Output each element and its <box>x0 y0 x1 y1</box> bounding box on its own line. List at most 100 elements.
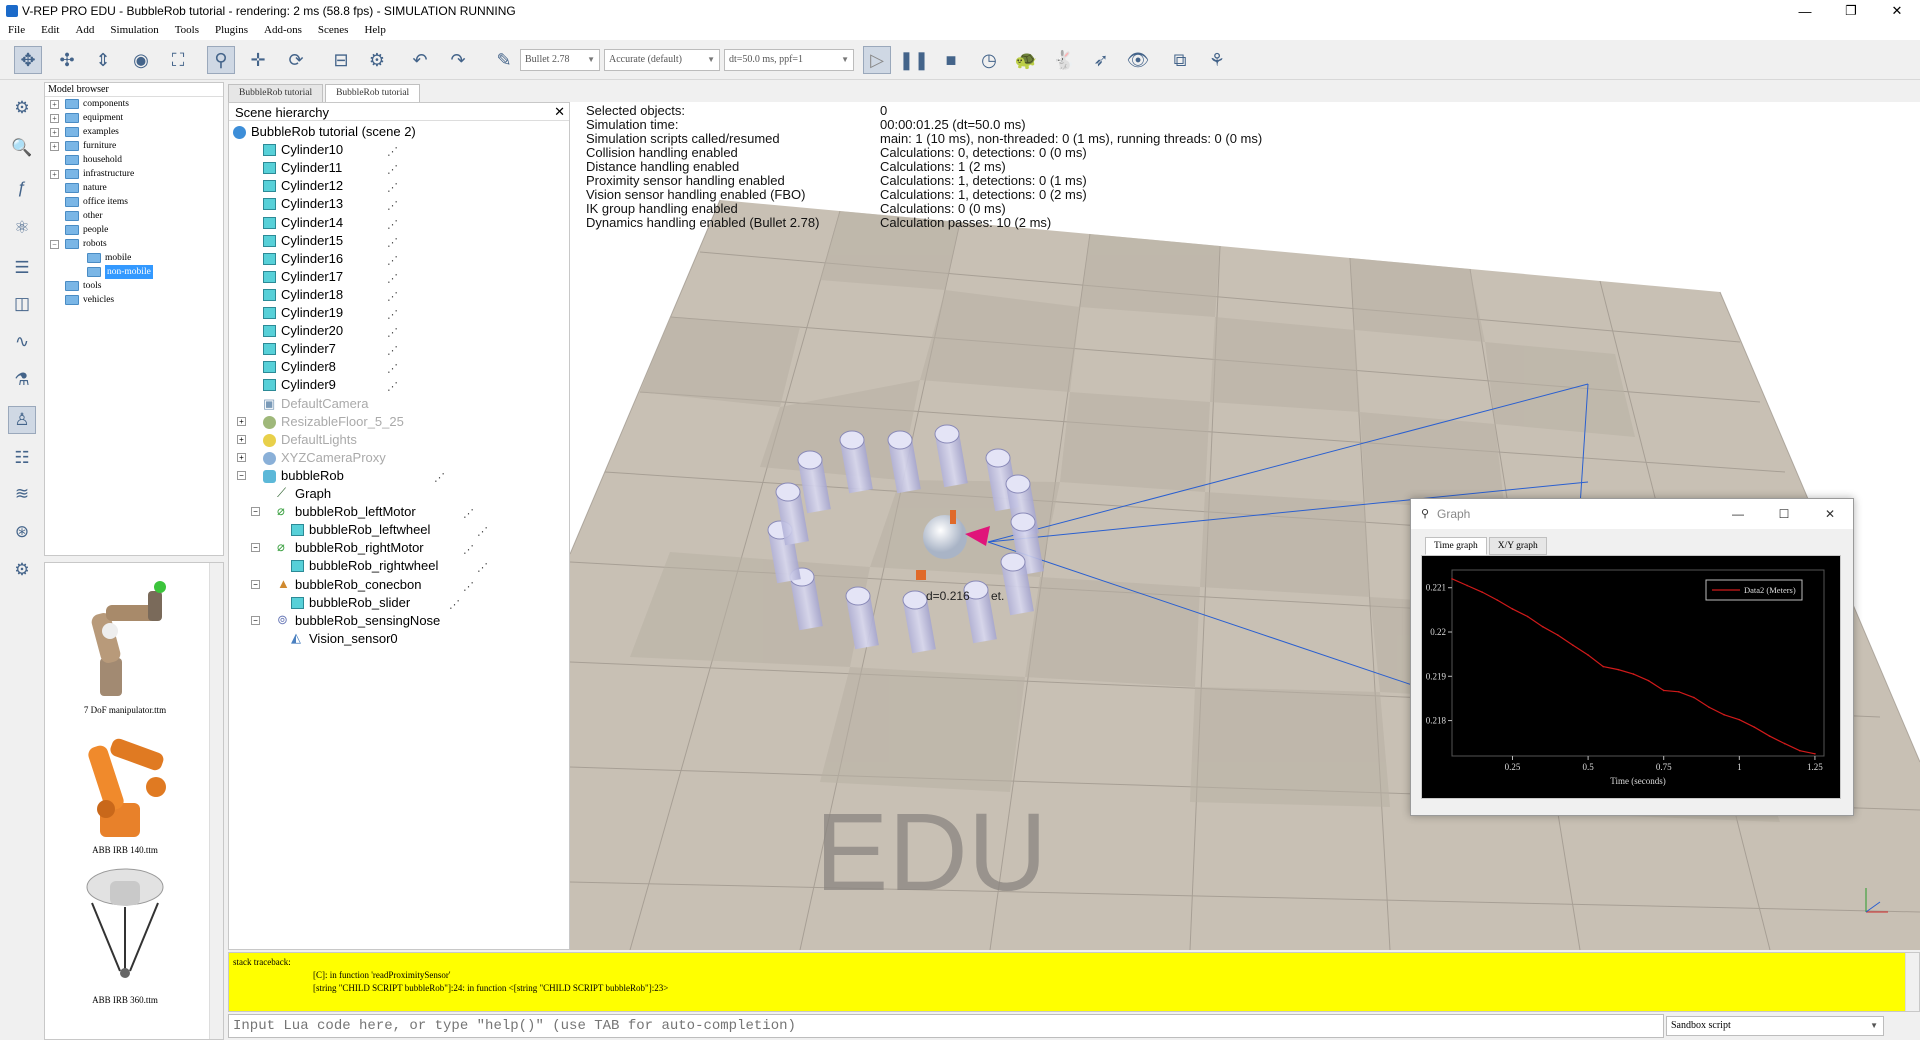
camera-shift-icon[interactable]: ⇕ <box>89 46 117 74</box>
hierarchy-item-Vision_sensor0[interactable]: ◭ Vision_sensor0 <box>229 630 569 648</box>
redo-icon[interactable]: ↷ <box>444 46 472 74</box>
thumbnail-scrollbar[interactable] <box>209 563 223 1039</box>
hierarchy-item-Cylinder17[interactable]: Cylinder17 ⋰ <box>229 268 569 286</box>
model-folder-furniture[interactable]: + furniture <box>45 139 223 153</box>
menu-help[interactable]: Help <box>356 22 393 40</box>
hierarchy-item-Cylinder8[interactable]: Cylinder8 ⋰ <box>229 358 569 376</box>
expand-toggle-icon[interactable]: − <box>251 615 260 625</box>
menu-file[interactable]: File <box>0 22 33 40</box>
hierarchy-item-bubbleRob_slider[interactable]: bubbleRob_slider ⋰ <box>229 594 569 612</box>
hierarchy-item-Cylinder7[interactable]: Cylinder7 ⋰ <box>229 340 569 358</box>
page-select-icon[interactable]: ⚘ <box>1203 46 1231 74</box>
hierarchy-item-DefaultCamera[interactable]: ▣ DefaultCamera <box>229 395 569 413</box>
menu-add[interactable]: Add <box>67 22 102 40</box>
tab-time-graph[interactable]: Time graph <box>1425 537 1487 555</box>
pause-simulation-icon[interactable]: ❚❚ <box>899 46 929 74</box>
hierarchy-item-Cylinder14[interactable]: Cylinder14 ⋰ <box>229 214 569 232</box>
expand-toggle-icon[interactable]: − <box>251 543 260 553</box>
menu-edit[interactable]: Edit <box>33 22 67 40</box>
undo-icon[interactable]: ↶ <box>406 46 434 74</box>
scene-list-icon[interactable]: ⧉ <box>1166 46 1194 74</box>
menu-addons[interactable]: Add-ons <box>256 22 310 40</box>
layers-icon[interactable]: ≋ <box>8 480 36 508</box>
selection-icon[interactable]: ⚗ <box>8 366 36 394</box>
video-recorder-icon[interactable]: ⊛ <box>8 518 36 546</box>
hierarchy-item-bubbleRob_conecbon[interactable]: − ▲ bubbleRob_conecbon ⋰ <box>229 576 569 594</box>
model-browser-icon[interactable]: ♙ <box>8 406 36 434</box>
expand-toggle-icon[interactable]: + <box>50 142 59 151</box>
shape-edit-icon[interactable]: ◫ <box>8 290 36 318</box>
engine-select[interactable]: Bullet 2.78 ▼ <box>520 49 600 71</box>
camera-angle-icon[interactable]: ◉ <box>127 46 155 74</box>
model-folder-other[interactable]: other <box>45 209 223 223</box>
expand-toggle-icon[interactable]: + <box>50 114 59 123</box>
calculation-modules-icon[interactable]: ƒ <box>8 174 36 202</box>
expand-toggle-icon[interactable]: + <box>237 452 246 462</box>
hierarchy-item-bubbleRob_leftMotor[interactable]: − ⌀ bubbleRob_leftMotor ⋰ <box>229 503 569 521</box>
hierarchy-close-button[interactable]: ✕ <box>554 104 565 120</box>
model-thumb-abb360[interactable]: ABB IRB 360.ttm <box>45 863 205 1005</box>
model-folder-infrastructure[interactable]: + infrastructure <box>45 167 223 181</box>
expand-toggle-icon[interactable]: − <box>237 470 246 480</box>
tab-scene-1[interactable]: BubbleRob tutorial <box>228 84 324 102</box>
console-scrollbar[interactable] <box>1905 953 1919 1011</box>
expand-toggle-icon[interactable]: + <box>50 170 59 179</box>
hierarchy-item-Cylinder11[interactable]: Cylinder11 ⋰ <box>229 159 569 177</box>
expand-toggle-icon[interactable]: + <box>50 128 59 137</box>
hierarchy-item-bubbleRob[interactable]: − bubbleRob ⋰ <box>229 467 569 485</box>
hierarchy-item-Cylinder13[interactable]: Cylinder13 ⋰ <box>229 195 569 213</box>
model-folder-vehicles[interactable]: vehicles <box>45 293 223 307</box>
hierarchy-item-bubbleRob_sensingNose[interactable]: − ⊚ bubbleRob_sensingNose <box>229 612 569 630</box>
model-folder-components[interactable]: + components <box>45 97 223 111</box>
menu-tools[interactable]: Tools <box>167 22 207 40</box>
hierarchy-item-bubbleRob_leftwheel[interactable]: bubbleRob_leftwheel ⋰ <box>229 521 569 539</box>
hierarchy-item-Cylinder18[interactable]: Cylinder18 ⋰ <box>229 286 569 304</box>
stop-simulation-icon[interactable]: ■ <box>937 46 965 74</box>
accuracy-select[interactable]: Accurate (default) ▼ <box>604 49 720 71</box>
expand-toggle-icon[interactable]: + <box>237 416 246 426</box>
model-folder-mobile[interactable]: mobile <box>45 251 223 265</box>
slower-icon[interactable]: 🐢 <box>1012 46 1040 74</box>
timestep-select[interactable]: dt=50.0 ms, ppf=1 ▼ <box>724 49 854 71</box>
hierarchy-item-XYZCameraProxy[interactable]: + XYZCameraProxy <box>229 449 569 467</box>
dynamics-icon[interactable]: ✎ <box>490 46 518 74</box>
sandbox-script-select[interactable]: Sandbox script ▼ <box>1666 1016 1884 1036</box>
hierarchy-item-ResizableFloor[interactable]: + ResizableFloor_5_25 <box>229 413 569 431</box>
start-simulation-icon[interactable]: ▷ <box>863 46 891 74</box>
hierarchy-item-Cylinder20[interactable]: Cylinder20 ⋰ <box>229 322 569 340</box>
hierarchy-item-Cylinder15[interactable]: Cylinder15 ⋰ <box>229 232 569 250</box>
faster-icon[interactable]: 🐇 <box>1050 46 1078 74</box>
graph-maximize-button[interactable]: ☐ <box>1761 499 1807 529</box>
scene-hierarchy-icon[interactable]: ☷ <box>8 444 36 472</box>
menu-simulation[interactable]: Simulation <box>102 22 166 40</box>
hierarchy-item-Graph[interactable]: ⟋ Graph <box>229 485 569 503</box>
model-folder-office-items[interactable]: office items <box>45 195 223 209</box>
expand-toggle-icon[interactable]: + <box>50 100 59 109</box>
model-folder-equipment[interactable]: + equipment <box>45 111 223 125</box>
scripts-icon[interactable]: ☰ <box>8 254 36 282</box>
tab-scene-2[interactable]: BubbleRob tutorial <box>325 84 421 102</box>
close-button[interactable]: ✕ <box>1874 0 1920 22</box>
camera-pan-icon[interactable]: ✥ <box>14 46 42 74</box>
model-thumb-abb140[interactable]: ABB IRB 140.ttm <box>45 723 205 855</box>
model-folder-household[interactable]: household <box>45 153 223 167</box>
collections-icon[interactable]: ⚛ <box>8 214 36 242</box>
visualization-icon[interactable]: 👁 <box>1124 46 1152 74</box>
graph-minimize-button[interactable]: — <box>1715 499 1761 529</box>
simulation-settings-icon[interactable]: ⚙ <box>8 94 36 122</box>
hierarchy-item-Cylinder12[interactable]: Cylinder12 ⋰ <box>229 177 569 195</box>
minimize-button[interactable]: — <box>1782 0 1828 22</box>
graph-close-button[interactable]: ✕ <box>1807 499 1853 529</box>
lua-command-input[interactable] <box>228 1014 1664 1038</box>
hierarchy-item-DefaultLights[interactable]: + DefaultLights <box>229 431 569 449</box>
tab-xy-graph[interactable]: X/Y graph <box>1488 537 1547 555</box>
hierarchy-item-bubbleRob_rightMotor[interactable]: − ⌀ bubbleRob_rightMotor ⋰ <box>229 539 569 557</box>
hierarchy-root-scene[interactable]: BubbleRob tutorial (scene 2) <box>229 123 569 141</box>
transfer-dna-icon[interactable]: ⚙ <box>363 46 391 74</box>
model-thumb-7dof[interactable]: 7 DoF manipulator.ttm <box>45 573 205 715</box>
hierarchy-item-bubbleRob_rightwheel[interactable]: bubbleRob_rightwheel ⋰ <box>229 557 569 575</box>
path-edit-icon[interactable]: ∿ <box>8 328 36 356</box>
model-folder-examples[interactable]: + examples <box>45 125 223 139</box>
model-folder-nature[interactable]: nature <box>45 181 223 195</box>
click-select-icon[interactable]: ⚲ <box>207 46 235 74</box>
